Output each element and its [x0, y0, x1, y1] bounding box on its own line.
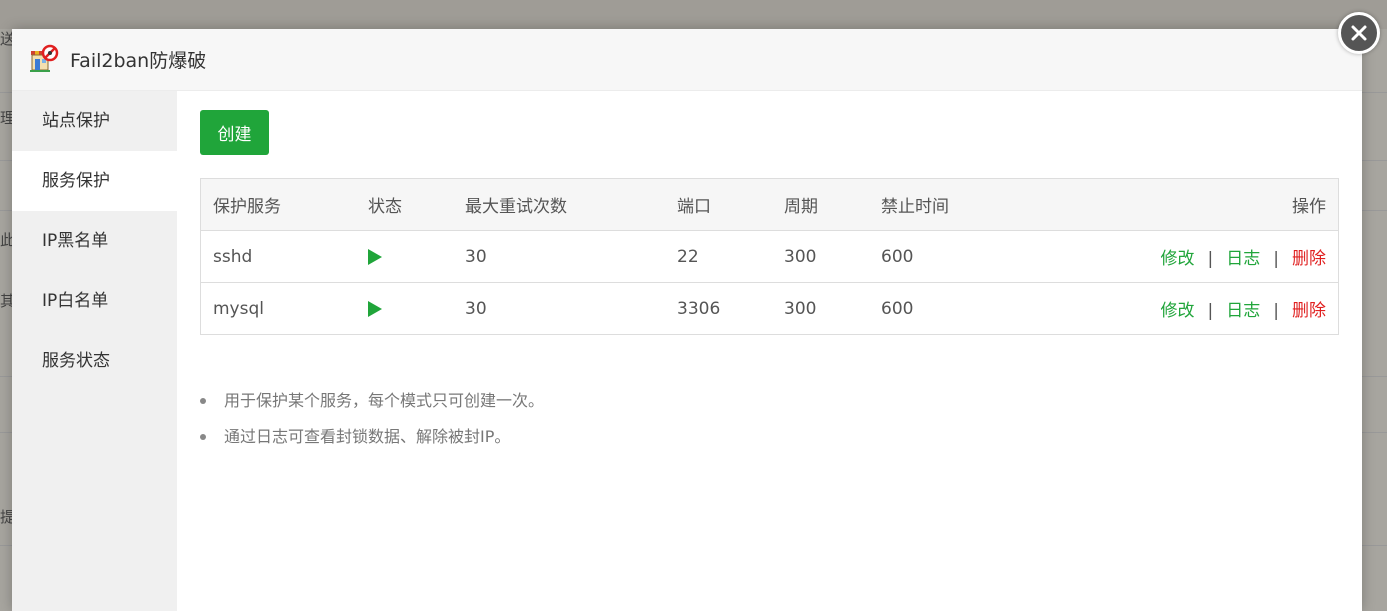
table-row: sshd 30 22 300 600 修改 | 日志 | 删除 [201, 231, 1338, 283]
cell-port: 3306 [677, 298, 721, 319]
cell-service: sshd [213, 246, 253, 267]
cell-max-retry: 30 [465, 246, 487, 267]
column-header-ban-time: 禁止时间 [881, 197, 949, 217]
fail2ban-dialog: Fail2ban防爆破 站点保护 服务保护 IP黑名单 IP白名单 服务状态 创… [12, 29, 1362, 611]
sidebar-item-site-protect[interactable]: 站点保护 [12, 91, 177, 151]
create-button[interactable]: 创建 [200, 110, 269, 155]
sidebar-item-ip-blacklist[interactable]: IP黑名单 [12, 211, 177, 271]
cell-max-retry: 30 [465, 298, 487, 319]
delete-link[interactable]: 删除 [1292, 301, 1326, 321]
action-separator: | [1207, 249, 1214, 269]
log-link[interactable]: 日志 [1226, 301, 1260, 321]
cell-actions: 修改 | 日志 | 删除 [1111, 244, 1338, 269]
edit-link[interactable]: 修改 [1161, 249, 1195, 269]
shop-stop-icon [30, 44, 59, 72]
sidebar-item-service-protect[interactable]: 服务保护 [12, 151, 177, 211]
sidebar-item-service-status[interactable]: 服务状态 [12, 331, 177, 391]
close-button[interactable] [1338, 12, 1380, 54]
column-header-max-retry: 最大重试次数 [465, 197, 567, 217]
help-note: 通过日志可查看封锁数据、解除被封IP。 [200, 419, 544, 455]
column-header-service: 保护服务 [213, 197, 281, 217]
dialog-header: Fail2ban防爆破 [12, 29, 1362, 91]
play-icon[interactable] [368, 300, 382, 317]
cell-ban-time: 600 [881, 298, 914, 319]
column-header-status: 状态 [368, 197, 402, 217]
dialog-title: Fail2ban防爆破 [70, 50, 207, 72]
edit-link[interactable]: 修改 [1161, 301, 1195, 321]
column-header-port: 端口 [677, 197, 711, 217]
action-separator: | [1207, 301, 1214, 321]
table-header-row: 保护服务 状态 最大重试次数 端口 周期 禁止时间 操作 [201, 179, 1338, 231]
column-header-actions: 操作 [1292, 197, 1326, 217]
column-header-period: 周期 [784, 197, 818, 217]
cell-period: 300 [784, 246, 817, 267]
dialog-content: 创建 保护服务 状态 最大重试次数 端口 周期 禁止时间 操作 sshd 30 … [177, 91, 1362, 611]
background-topbar [0, 0, 1387, 29]
delete-link[interactable]: 删除 [1292, 249, 1326, 269]
table-row: mysql 30 3306 300 600 修改 | 日志 | 删除 [201, 283, 1338, 334]
cell-actions: 修改 | 日志 | 删除 [1111, 296, 1338, 321]
service-table: 保护服务 状态 最大重试次数 端口 周期 禁止时间 操作 sshd 30 22 … [200, 178, 1339, 335]
action-separator: | [1273, 301, 1279, 321]
play-icon[interactable] [368, 248, 382, 265]
help-note: 用于保护某个服务，每个模式只可创建一次。 [200, 383, 544, 419]
close-icon [1351, 25, 1367, 41]
cell-port: 22 [677, 246, 699, 267]
sidebar-item-ip-whitelist[interactable]: IP白名单 [12, 271, 177, 331]
dialog-sidebar: 站点保护 服务保护 IP黑名单 IP白名单 服务状态 [12, 91, 177, 611]
cell-ban-time: 600 [881, 246, 914, 267]
help-notes: 用于保护某个服务，每个模式只可创建一次。 通过日志可查看封锁数据、解除被封IP。 [200, 383, 544, 455]
cell-period: 300 [784, 298, 817, 319]
log-link[interactable]: 日志 [1226, 249, 1260, 269]
cell-service: mysql [213, 298, 264, 319]
action-separator: | [1273, 249, 1279, 269]
